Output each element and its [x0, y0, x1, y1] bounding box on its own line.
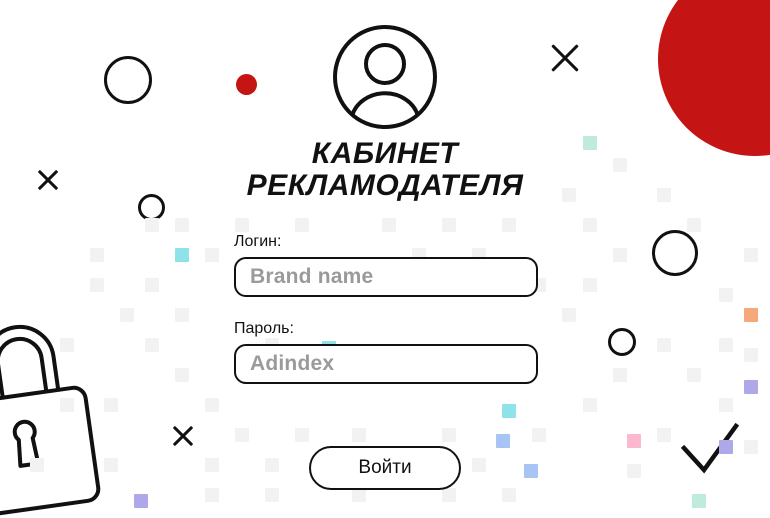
submit-row: Войти: [0, 446, 770, 490]
login-form: Логин: Пароль:: [234, 232, 538, 406]
page-title-line-1: КАБИНЕТ: [311, 137, 459, 170]
login-panel: КАБИНЕТ РЕКЛАМОДАТЕЛЯ Логин: Пароль: Вой…: [0, 0, 770, 518]
user-avatar-icon: [332, 22, 438, 137]
password-field-label: Пароль:: [234, 320, 294, 338]
login-screen: КАБИНЕТ РЕКЛАМОДАТЕЛЯ Логин: Пароль: Вой…: [0, 0, 770, 518]
login-submit-button[interactable]: Войти: [309, 446, 461, 490]
page-title: КАБИНЕТ РЕКЛАМОДАТЕЛЯ: [0, 138, 770, 202]
login-input[interactable]: [234, 257, 538, 298]
login-field-label: Логин:: [234, 233, 282, 250]
page-title-line-2: РЕКЛАМОДАТЕЛЯ: [246, 168, 524, 202]
password-input[interactable]: [234, 344, 538, 385]
